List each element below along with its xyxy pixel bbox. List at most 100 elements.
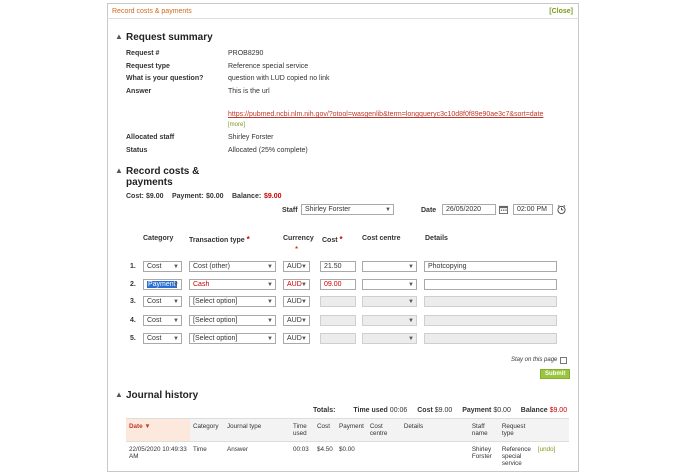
record-heading-line1: Record costs & <box>126 166 200 177</box>
cost-centre-select[interactable]: ▼ <box>362 261 417 272</box>
stay-on-page-checkbox[interactable] <box>560 357 567 364</box>
category-select[interactable]: Cost ▼ <box>143 315 182 326</box>
column-cost[interactable]: Cost <box>314 418 336 442</box>
cell-category: Time <box>193 446 207 453</box>
category-select[interactable]: Cost ▼ <box>143 333 182 344</box>
clock-icon[interactable] <box>557 205 566 214</box>
time-input-value: 02:00 PM <box>517 206 547 213</box>
chevron-down-icon: ▼ <box>173 264 179 270</box>
field-label: What is your question? <box>126 75 204 82</box>
date-label: Date <box>421 207 437 214</box>
details-input[interactable] <box>424 296 557 307</box>
cost-input[interactable] <box>320 333 356 344</box>
journal-table: Date ▼ Category Journal type Time used C… <box>126 418 569 471</box>
column-payment[interactable]: Payment <box>336 418 367 442</box>
details-input[interactable] <box>424 333 557 344</box>
column-category[interactable]: Category <box>190 418 224 442</box>
staff-select[interactable]: Shirley Forster ▼ <box>301 204 394 215</box>
field-label: Answer <box>126 88 152 95</box>
currency-select[interactable]: AUD ▼ <box>283 279 310 290</box>
category-select[interactable]: Cost ▼ <box>143 296 182 307</box>
chevron-down-icon: ▼ <box>408 299 414 305</box>
details-input[interactable]: Photcopying <box>424 261 557 272</box>
cost-centre-select[interactable]: ▼ <box>362 296 417 307</box>
answer-link[interactable]: https://pubmed.ncbi.nlm.nih.gov/?otool=w… <box>228 111 543 118</box>
cell-payment: $0.00 <box>339 446 355 453</box>
summary-balance-label: Balance: <box>232 193 262 200</box>
currency-select[interactable]: AUD ▼ <box>283 333 310 344</box>
currency-value: AUD <box>287 335 302 342</box>
chevron-down-icon: ▼ <box>267 336 273 342</box>
transaction-type-select[interactable]: Cash ▼ <box>189 279 276 290</box>
calendar-icon[interactable] <box>499 205 508 214</box>
details-input[interactable] <box>424 315 557 326</box>
required-marker: * <box>246 235 250 244</box>
cost-input[interactable]: 09.00 <box>320 279 356 290</box>
details-input[interactable] <box>424 279 557 290</box>
close-button[interactable]: [Close] <box>549 8 573 15</box>
cost-input[interactable] <box>320 315 356 326</box>
dialog-title: Record costs & payments <box>112 8 192 15</box>
currency-select[interactable]: AUD ▼ <box>283 296 310 307</box>
column-cost-centre[interactable]: Cost centre <box>366 418 401 442</box>
cost-centre-select[interactable]: ▼ <box>362 333 417 344</box>
column-staff-name[interactable]: Staff name <box>468 418 499 442</box>
allocated-staff-value: Shirley Forster <box>228 134 274 141</box>
transaction-type-select[interactable]: Cost (other) ▼ <box>189 261 276 272</box>
category-select[interactable]: Payment ▼ <box>143 279 182 290</box>
chevron-down-icon: ▼ <box>173 299 179 305</box>
column-journal-type[interactable]: Journal type <box>224 418 290 442</box>
chevron-down-icon: ▼ <box>385 207 391 213</box>
currency-select[interactable]: AUD ▼ <box>283 315 310 326</box>
cost-input[interactable]: 21.50 <box>320 261 356 272</box>
submit-button[interactable]: Submit <box>540 369 571 379</box>
currency-value: AUD <box>287 281 302 288</box>
stay-on-page-label: Stay on this page <box>511 357 558 363</box>
journal-header-row: Date ▼ Category Journal type Time used C… <box>126 418 569 442</box>
summary-balance-value: $9.00 <box>264 193 282 200</box>
dialog-frame <box>107 3 579 472</box>
more-link[interactable]: [more] <box>228 122 245 128</box>
field-value: This is the url <box>228 88 270 95</box>
chevron-down-icon: ▼ <box>408 318 414 324</box>
field-value: question with LUD copied no link <box>228 75 330 82</box>
collapse-summary-icon[interactable]: ▲ <box>115 32 123 41</box>
column-date-label: Date <box>129 423 143 430</box>
summary-payment-label: Payment: <box>172 193 204 200</box>
status-value: Allocated (25% complete) <box>228 147 308 154</box>
cell-time-used: 00:03 <box>293 446 309 453</box>
column-time-used[interactable]: Time used <box>290 418 314 442</box>
category-select[interactable]: Cost ▼ <box>143 261 182 272</box>
header-cost-centre: Cost centre <box>362 235 401 242</box>
totals-time-used-label: Time used <box>353 407 388 414</box>
column-details[interactable]: Details <box>400 418 469 442</box>
cell-cost: $4.50 <box>317 446 333 453</box>
header-category: Category <box>143 235 174 242</box>
collapse-journal-icon[interactable]: ▲ <box>115 390 123 399</box>
cost-centre-select[interactable]: ▼ <box>362 315 417 326</box>
cell-journal-type: Answer <box>227 446 248 453</box>
chevron-down-icon: ▼ <box>267 282 273 288</box>
table-row: 22/05/2020 10:49:33 AM Time Answer 00:03… <box>126 442 569 472</box>
currency-value: AUD <box>287 298 302 305</box>
chevron-down-icon: ▼ <box>173 318 179 324</box>
transaction-type-select[interactable]: [Select option] ▼ <box>189 333 276 344</box>
time-input[interactable]: 02:00 PM <box>513 204 553 215</box>
transaction-type-value: [Select option] <box>193 335 238 342</box>
chevron-down-icon: ▼ <box>267 299 273 305</box>
date-input[interactable]: 26/05/2020 <box>442 204 496 215</box>
undo-link[interactable]: [undo] <box>535 442 569 472</box>
collapse-record-icon[interactable]: ▲ <box>115 166 123 175</box>
transaction-type-select[interactable]: [Select option] ▼ <box>189 296 276 307</box>
cell-staff-name: Shirley Forster <box>471 446 492 460</box>
column-request-type[interactable]: Request type <box>498 418 535 442</box>
cost-centre-select[interactable]: ▼ <box>362 279 417 290</box>
cost-input[interactable] <box>320 296 356 307</box>
chevron-down-icon: ▼ <box>301 299 307 305</box>
column-date[interactable]: Date ▼ <box>126 418 190 442</box>
transaction-type-select[interactable]: [Select option] ▼ <box>189 315 276 326</box>
currency-select[interactable]: AUD ▼ <box>283 261 310 272</box>
totals-balance-value: $9.00 <box>549 407 568 414</box>
row-number: 2. <box>130 281 136 288</box>
header-transaction-type-text: Transaction type <box>189 237 245 244</box>
